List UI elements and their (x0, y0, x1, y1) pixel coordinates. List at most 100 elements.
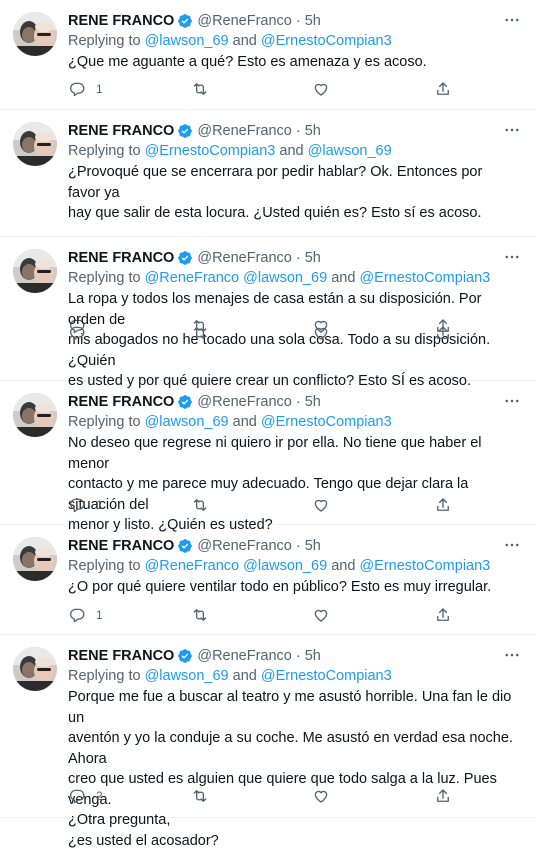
share-icon (437, 498, 449, 511)
mention-link[interactable]: @lawson_69 (145, 668, 229, 684)
mention-link[interactable]: @lawson_69 (243, 558, 327, 574)
reply-button[interactable]: 2 (68, 786, 103, 806)
author-name[interactable]: RENE FRANCO (68, 250, 174, 266)
author-name[interactable]: RENE FRANCO (68, 394, 174, 410)
author-name[interactable]: RENE FRANCO (68, 538, 174, 554)
author-handle[interactable]: @ReneFranco (197, 123, 292, 139)
author-handle[interactable]: @ReneFranco (197, 13, 292, 29)
reply-mentions: @lawson_69 and @ErnestoCompian3 (145, 33, 392, 49)
more-options-icon[interactable] (500, 534, 524, 556)
tweet-timestamp[interactable]: 5h (305, 123, 321, 139)
reply-button[interactable]: 1 (68, 605, 103, 625)
retweet-button[interactable] (191, 786, 219, 806)
more-options-icon[interactable] (500, 119, 524, 141)
avatar-photo (13, 537, 57, 581)
mention-link[interactable]: @lawson_69 (145, 414, 229, 430)
author-handle[interactable]: @ReneFranco (197, 394, 292, 410)
tweet-actions (68, 323, 458, 343)
reply-mentions: @lawson_69 and @ErnestoCompian3 (145, 668, 392, 684)
tweet-text: ¿Que me aguante a qué? Esto es amenaza y… (68, 54, 427, 70)
share-button[interactable] (434, 495, 452, 515)
separator-dot: · (295, 123, 301, 139)
retweet-button[interactable] (191, 495, 219, 515)
tweet[interactable]: RENE FRANCO @ReneFranco · 5h Replying to… (0, 237, 536, 389)
like-icon (314, 609, 328, 622)
more-options-icon[interactable] (500, 390, 524, 412)
retweet-icon (193, 790, 207, 802)
tweet-text: ¿Provoqué que se encerrara por pedir hab… (68, 164, 483, 221)
author-name[interactable]: RENE FRANCO (68, 123, 174, 139)
share-button[interactable] (434, 323, 452, 343)
avatar[interactable] (13, 647, 57, 691)
tweet-timestamp[interactable]: 5h (305, 250, 321, 266)
mention-conjunction: and (232, 414, 257, 430)
share-button[interactable] (434, 786, 452, 806)
avatar[interactable] (13, 12, 57, 56)
share-button[interactable] (434, 79, 452, 99)
reply-icon (69, 789, 85, 804)
tweet-timestamp[interactable]: 5h (305, 394, 321, 410)
tweet[interactable]: RENE FRANCO @ReneFranco · 5h Replying to… (0, 110, 536, 334)
mention-link[interactable]: @ErnestoCompian3 (261, 668, 392, 684)
author-name[interactable]: RENE FRANCO (68, 648, 174, 664)
mention-link[interactable]: @ErnestoCompian3 (261, 33, 392, 49)
avatar[interactable] (13, 537, 57, 581)
mention-link[interactable]: @lawson_69 (308, 143, 392, 159)
tweet-actions: 1 (68, 495, 458, 515)
avatar[interactable] (13, 249, 57, 293)
like-button[interactable] (312, 605, 340, 625)
tweet-timestamp[interactable]: 5h (305, 13, 321, 29)
tweet-actions: 1 (68, 79, 458, 99)
separator-dot: · (295, 13, 301, 29)
share-button[interactable] (434, 605, 452, 625)
retweet-button[interactable] (191, 605, 219, 625)
author-handle[interactable]: @ReneFranco (197, 250, 292, 266)
mention-link[interactable]: @lawson_69 (243, 270, 327, 286)
avatar-photo (13, 249, 57, 293)
retweet-button[interactable] (191, 323, 219, 343)
like-button[interactable] (312, 79, 340, 99)
tweet[interactable]: RENE FRANCO @ReneFranco · 5h Replying to… (0, 635, 536, 849)
mention-link[interactable]: @ErnestoCompian3 (359, 558, 490, 574)
tweet[interactable]: RENE FRANCO @ReneFranco · 5h Replying to… (0, 381, 536, 533)
tweet[interactable]: RENE FRANCO @ReneFranco · 5h Replying to… (0, 0, 536, 110)
mention-link[interactable]: @ErnestoCompian3 (359, 270, 490, 286)
reply-button[interactable] (68, 323, 96, 343)
reply-mentions: @ErnestoCompian3 and @lawson_69 (145, 143, 392, 159)
reply-count: 1 (96, 82, 103, 96)
tweet-timestamp[interactable]: 5h (305, 538, 321, 554)
author-handle[interactable]: @ReneFranco (197, 538, 292, 554)
share-icon (437, 789, 449, 802)
replying-to: Replying to @lawson_69 and @ErnestoCompi… (68, 412, 392, 433)
tweet-text: Porque me fue a buscar al teatro y me as… (68, 689, 513, 849)
reply-button[interactable]: 1 (68, 79, 103, 99)
mention-link[interactable]: @ReneFranco (145, 270, 240, 286)
more-options-icon[interactable] (500, 644, 524, 666)
share-icon (437, 82, 449, 95)
tweet-timestamp[interactable]: 5h (305, 648, 321, 664)
retweet-button[interactable] (191, 79, 219, 99)
avatar[interactable] (13, 122, 57, 166)
reply-button[interactable]: 1 (68, 495, 103, 515)
verified-badge-icon (177, 250, 193, 266)
mention-link[interactable]: @lawson_69 (145, 33, 229, 49)
mention-conjunction: and (331, 270, 356, 286)
mention-link[interactable]: @ErnestoCompian3 (145, 143, 276, 159)
like-button[interactable] (312, 786, 340, 806)
verified-badge-icon (177, 123, 193, 139)
tweet-header: RENE FRANCO @ReneFranco · 5h (68, 11, 321, 31)
more-options-icon[interactable] (500, 9, 524, 31)
retweet-icon (193, 83, 207, 95)
tweet[interactable]: RENE FRANCO @ReneFranco · 5h Replying to… (0, 525, 536, 635)
avatar[interactable] (13, 393, 57, 437)
like-button[interactable] (312, 323, 340, 343)
mention-link[interactable]: @ErnestoCompian3 (261, 414, 392, 430)
mention-link[interactable]: @ReneFranco (145, 558, 240, 574)
author-name[interactable]: RENE FRANCO (68, 13, 174, 29)
like-button[interactable] (312, 495, 340, 515)
separator-dot: · (295, 538, 301, 554)
more-options-icon[interactable] (500, 246, 524, 268)
replying-to-label: Replying to (68, 558, 141, 574)
reply-icon (69, 82, 85, 97)
author-handle[interactable]: @ReneFranco (197, 648, 292, 664)
